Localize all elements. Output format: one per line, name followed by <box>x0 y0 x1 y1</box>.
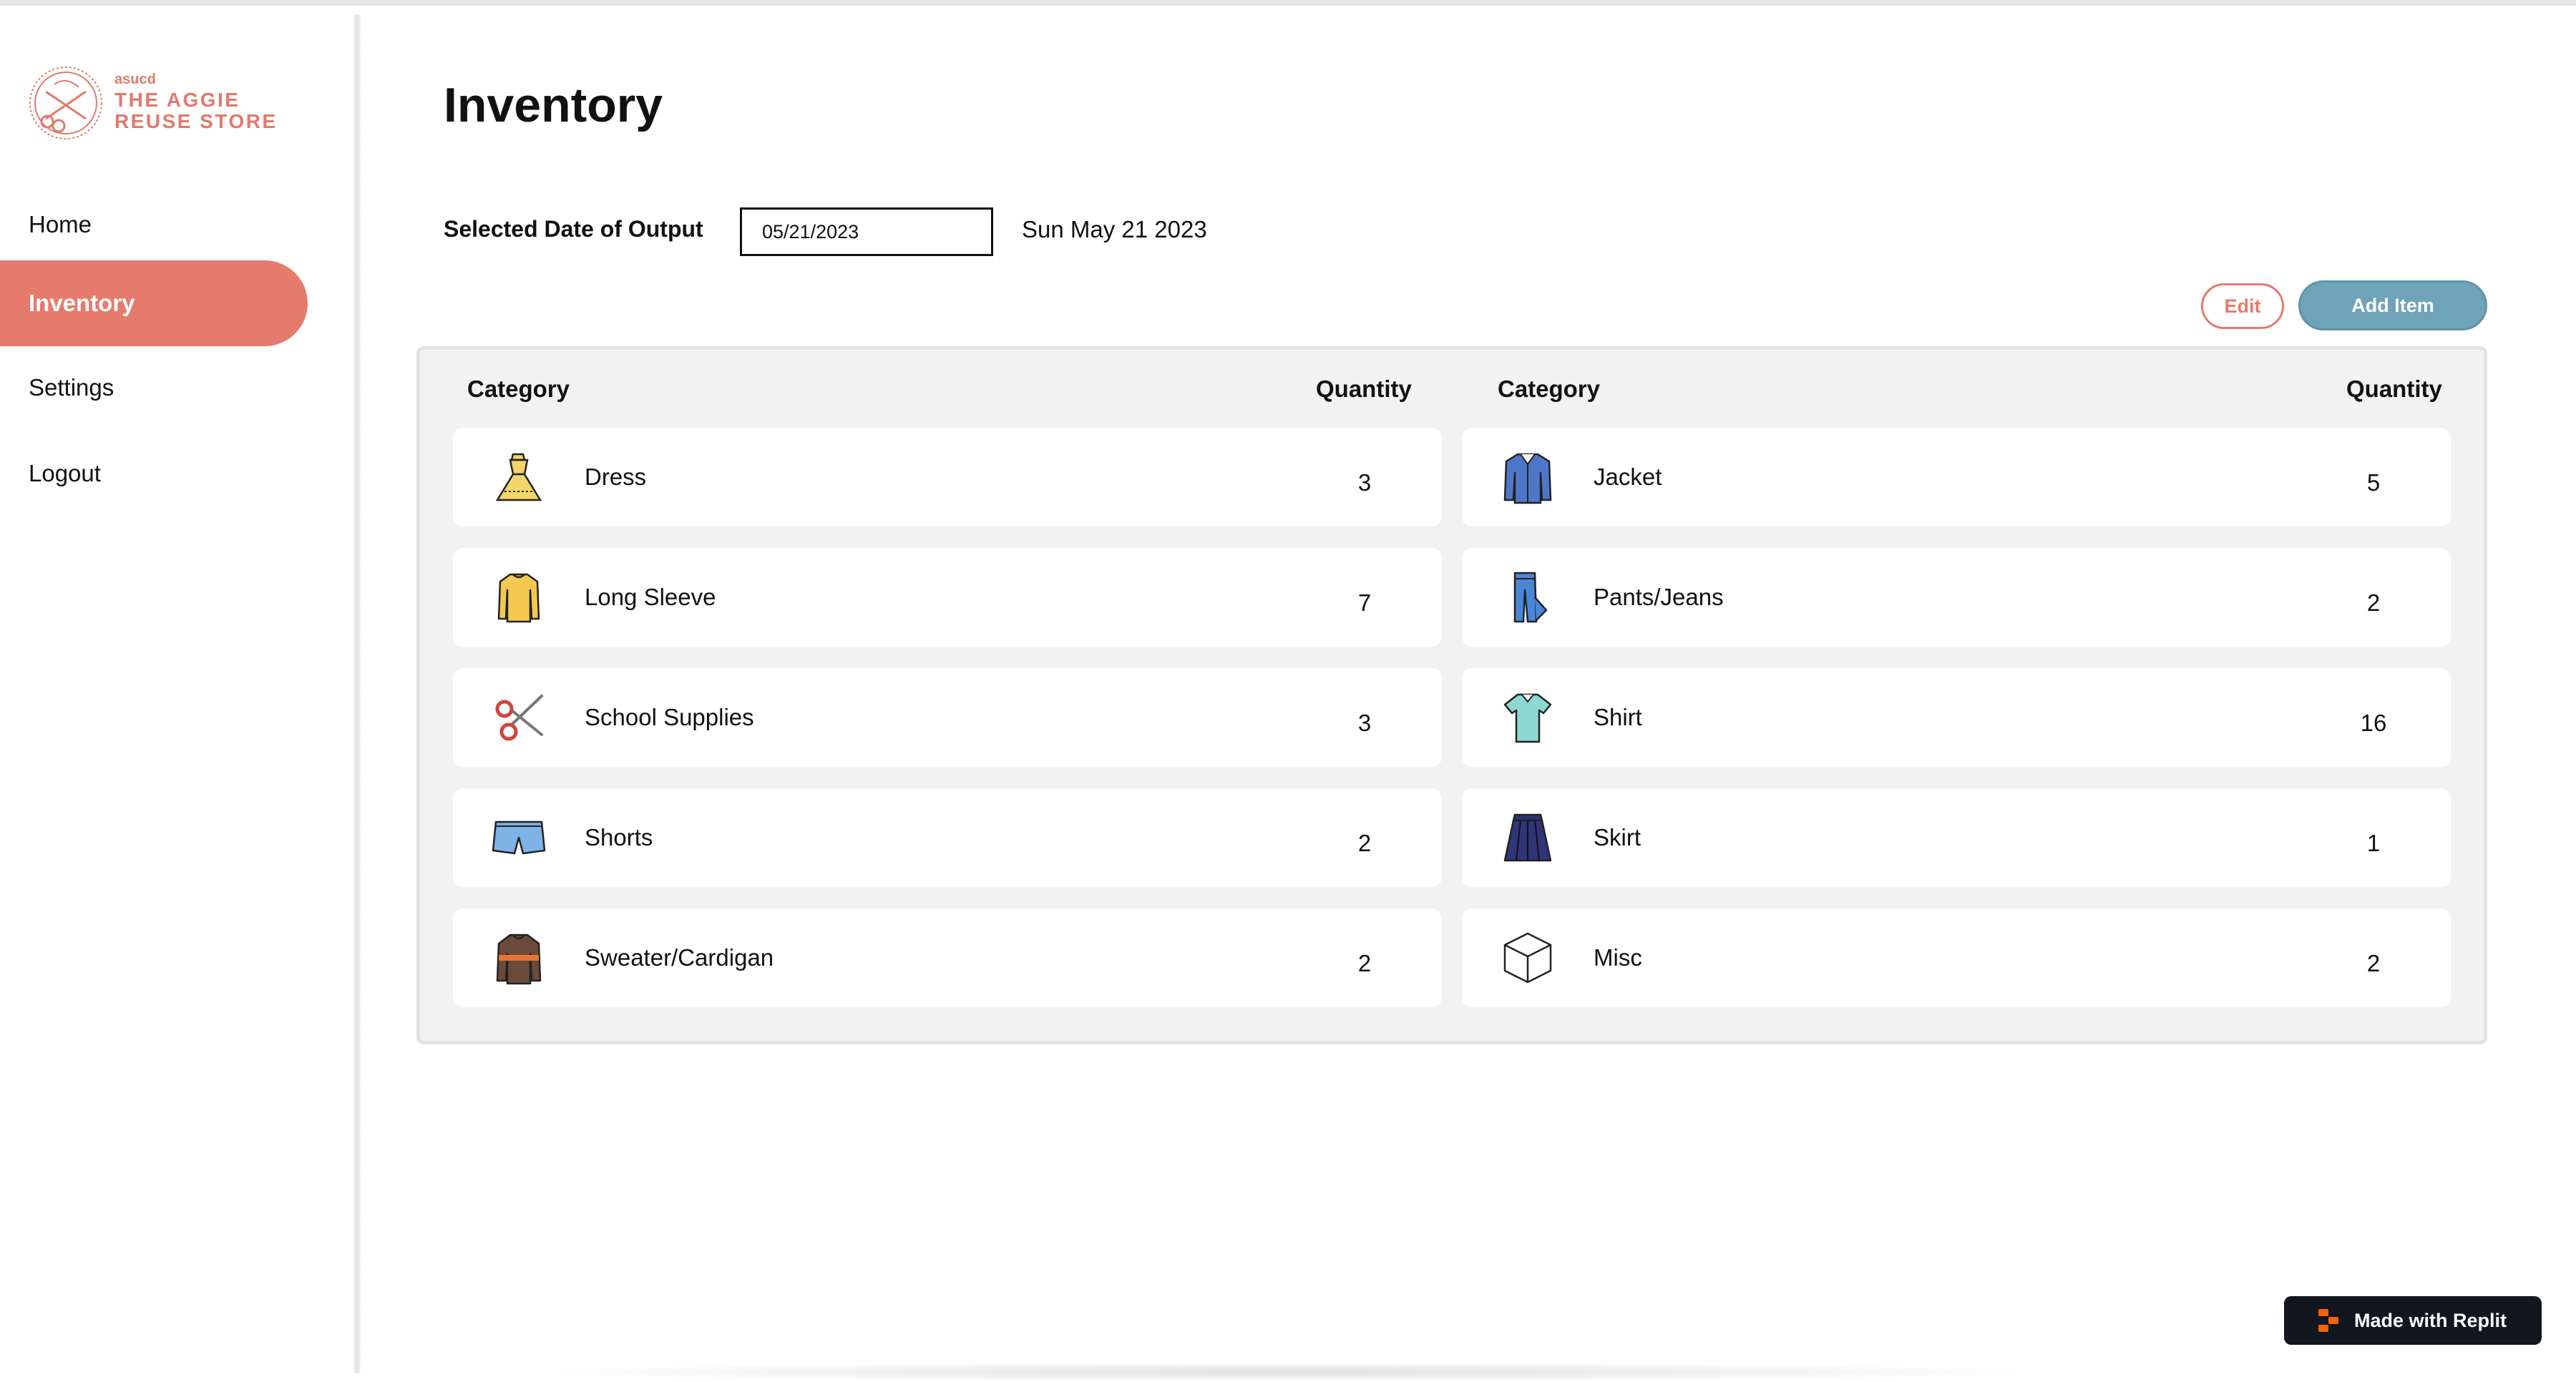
skirt-icon <box>1503 813 1552 862</box>
category-name: Misc <box>1594 944 1642 971</box>
column-header-category: Category <box>467 376 570 402</box>
sweater-icon <box>496 933 542 985</box>
page-title: Inventory <box>444 78 663 132</box>
category-name: Dress <box>585 464 647 490</box>
nav-item-home[interactable]: Home <box>0 182 308 268</box>
column-header-quantity: Quantity <box>1316 376 1412 402</box>
edit-button[interactable]: Edit <box>2201 283 2284 329</box>
window-top-border <box>0 0 2576 6</box>
category-quantity: 7 <box>1357 589 1372 616</box>
bottom-shadow <box>501 1362 2075 1382</box>
made-with-replit-badge[interactable]: Made with Replit <box>2284 1296 2542 1345</box>
jacket-icon <box>1503 453 1552 504</box>
sidebar: asucd THE AGGIE REUSE STORE Home Invento… <box>0 6 359 1382</box>
inventory-table: Category Quantity Category Quantity Dres… <box>416 346 2487 1044</box>
jeans-icon <box>1513 572 1548 623</box>
brand-small: asucd <box>114 72 156 87</box>
category-quantity: 2 <box>2366 950 2381 976</box>
brand-logo[interactable]: asucd THE AGGIE REUSE STORE <box>26 63 283 149</box>
category-quantity: 3 <box>1357 710 1372 736</box>
nav-item-label: Inventory <box>29 290 135 316</box>
brand-line-1: THE AGGIE <box>114 89 240 111</box>
category-name: Skirt <box>1594 824 1641 851</box>
table-row[interactable]: Shorts 2 <box>453 788 1442 887</box>
shorts-icon <box>492 820 546 855</box>
date-label: Selected Date of Output <box>444 216 703 242</box>
date-input[interactable] <box>740 207 993 256</box>
nav-item-label: Home <box>29 211 92 237</box>
category-quantity: 2 <box>1357 830 1372 856</box>
column-header-category: Category <box>1498 376 1601 402</box>
sidebar-divider <box>353 14 361 1373</box>
nav-item-label: Settings <box>29 374 114 401</box>
table-row[interactable]: Sweater/Cardigan 2 <box>453 908 1442 1007</box>
category-name: Shorts <box>585 824 653 851</box>
category-name: Sweater/Cardigan <box>585 944 774 971</box>
brand-line-2: REUSE STORE <box>114 110 278 132</box>
table-row[interactable]: Misc 2 <box>1462 908 2451 1007</box>
nav-item-inventory[interactable]: Inventory <box>0 260 308 346</box>
table-row[interactable]: Shirt 16 <box>1462 668 2451 767</box>
category-name: Pants/Jeans <box>1594 584 1724 610</box>
nav-item-label: Logout <box>29 460 101 486</box>
nav-item-logout[interactable]: Logout <box>0 431 308 516</box>
date-display: Sun May 21 2023 <box>1022 216 1207 242</box>
table-row[interactable]: Pants/Jeans 2 <box>1462 548 2451 647</box>
category-name: School Supplies <box>585 704 754 730</box>
replit-icon <box>2318 1309 2338 1332</box>
column-header-quantity: Quantity <box>2346 376 2442 402</box>
category-quantity: 5 <box>2366 469 2381 496</box>
scissors-icon <box>495 695 543 741</box>
dress-icon <box>495 453 542 501</box>
shirt-icon <box>1503 693 1552 743</box>
category-quantity: 16 <box>2360 710 2387 736</box>
table-row[interactable]: Skirt 1 <box>1462 788 2451 887</box>
category-quantity: 3 <box>1357 469 1372 496</box>
badge-label: Made with Replit <box>2354 1309 2507 1331</box>
category-name: Long Sleeve <box>585 584 716 610</box>
table-row[interactable]: Dress 3 <box>453 428 1442 526</box>
category-quantity: 2 <box>2366 589 2381 616</box>
category-name: Jacket <box>1594 464 1662 490</box>
table-row[interactable]: School Supplies 3 <box>453 668 1442 767</box>
category-quantity: 1 <box>2366 830 2381 856</box>
category-name: Shirt <box>1594 704 1642 730</box>
reuse-logo-icon <box>29 67 102 139</box>
category-quantity: 2 <box>1357 950 1372 976</box>
table-row[interactable]: Long Sleeve 7 <box>453 548 1442 647</box>
table-row[interactable]: Jacket 5 <box>1462 428 2451 526</box>
long-sleeve-icon <box>497 573 540 623</box>
box-icon <box>1503 932 1552 984</box>
add-item-button[interactable]: Add Item <box>2298 280 2487 330</box>
nav-item-settings[interactable]: Settings <box>0 345 308 431</box>
